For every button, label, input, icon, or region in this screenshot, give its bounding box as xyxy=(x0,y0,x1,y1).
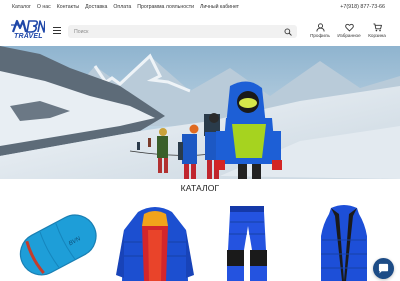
logo[interactable]: TRAVEL xyxy=(11,19,45,42)
favorites-button[interactable]: Избранное xyxy=(337,23,361,38)
nav-link-payment[interactable]: Оплата xyxy=(113,4,131,10)
favorites-label: Избранное xyxy=(337,33,361,38)
profile-button[interactable]: Профиль xyxy=(308,23,332,38)
menu-icon[interactable] xyxy=(53,27,61,35)
search-input[interactable] xyxy=(68,25,278,38)
hero-image xyxy=(0,46,400,179)
heart-icon xyxy=(344,23,354,32)
top-nav: Каталог О нас Контакты Доставка Оплата П… xyxy=(12,4,239,10)
profile-label: Профиль xyxy=(310,33,330,38)
product-image-down-pants xyxy=(227,206,267,281)
nav-link-about[interactable]: О нас xyxy=(37,4,51,10)
cart-button[interactable]: Корзина xyxy=(365,23,389,38)
cart-label: Корзина xyxy=(368,33,386,38)
chat-icon xyxy=(378,263,389,274)
nav-link-delivery[interactable]: Доставка xyxy=(85,4,107,10)
hero-banner[interactable] xyxy=(0,46,400,179)
product-grid: BVN xyxy=(0,200,400,281)
user-icon xyxy=(315,23,325,32)
product-card[interactable] xyxy=(200,200,295,281)
nav-link-loyalty[interactable]: Программа лояльности xyxy=(137,4,194,10)
logo-text: TRAVEL xyxy=(14,33,43,40)
top-bar: Каталог О нас Контакты Доставка Оплата П… xyxy=(0,0,400,16)
nav-link-contacts[interactable]: Контакты xyxy=(57,4,79,10)
nav-link-catalog[interactable]: Каталог xyxy=(12,4,31,10)
header: TRAVEL Профиль Избранное Корзина xyxy=(0,16,400,46)
product-image-down-jacket xyxy=(116,207,194,281)
product-image-sleeping-bag: BVN xyxy=(19,214,97,276)
cart-icon xyxy=(372,23,382,32)
logo-mark xyxy=(11,19,45,33)
search-icon[interactable] xyxy=(284,28,292,36)
search-bar xyxy=(68,25,297,38)
product-card[interactable] xyxy=(108,200,203,281)
chat-button[interactable] xyxy=(373,258,394,279)
product-card[interactable]: BVN xyxy=(8,200,103,281)
catalog-title: КАТАЛОГ xyxy=(180,183,220,193)
nav-link-account[interactable]: Личный кабинет xyxy=(200,4,239,10)
phone-number[interactable]: +7(918) 877-73-66 xyxy=(340,4,385,10)
